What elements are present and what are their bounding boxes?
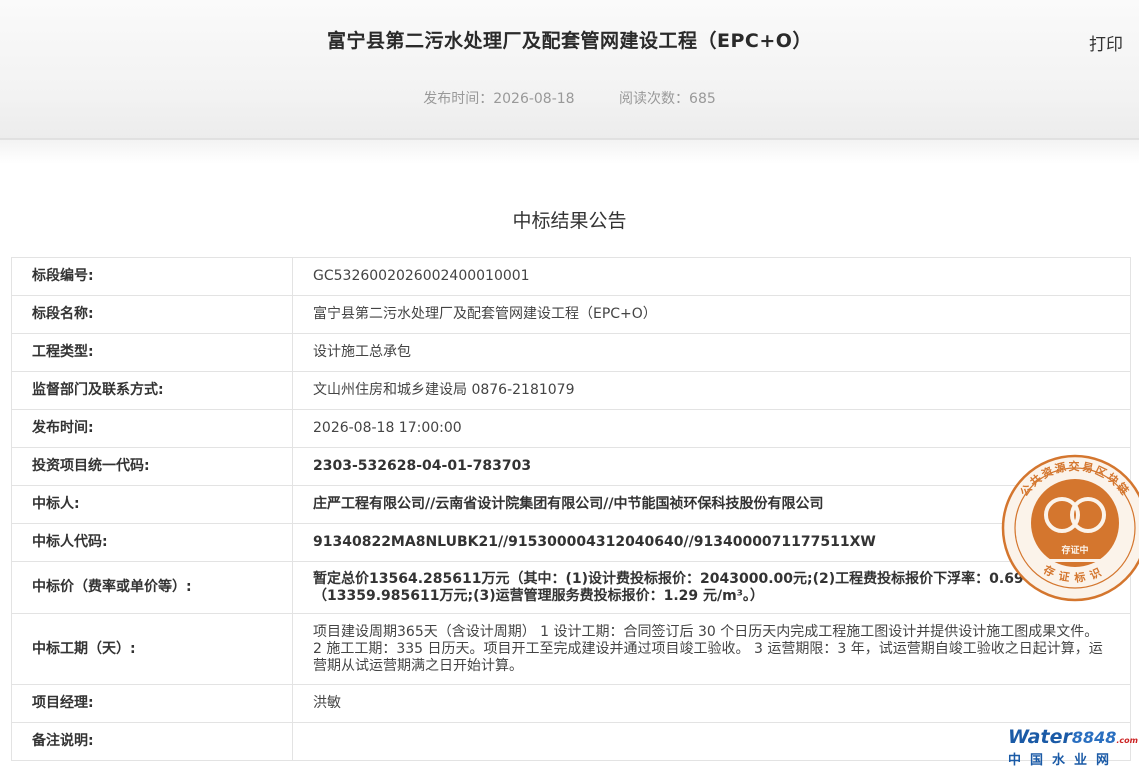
row-label: 备注说明: (11, 722, 293, 761)
row-value: 文山州住房和城乡建设局 0876-2181079 (292, 371, 1131, 410)
row-label: 工程类型: (11, 333, 293, 372)
row-value: 项目建设周期365天（含设计周期） 1 设计工期：合同签订后 30 个日历天内完… (292, 613, 1131, 685)
row-value (292, 722, 1131, 761)
blockchain-seal: 公共资源交易区块链 存证中 存证标识 (1000, 453, 1139, 603)
watermark-word: Water (1008, 726, 1072, 748)
table-row: 中标价（费率或单价等）: 暂定总价13564.285611万元（其中：(1)设计… (11, 561, 1131, 614)
article-meta: 发布时间：2026-08-18 阅读次数：685 (0, 88, 1139, 108)
table-row: 中标人代码: 91340822MA8NLUBK21//9153000043120… (11, 523, 1131, 562)
site-watermark: Water8848.com 中国水业网 (1008, 726, 1138, 770)
table-row: 项目经理: 洪敏 (11, 684, 1131, 723)
table-row: 中标人: 庄严工程有限公司//云南省设计院集团有限公司//中节能国祯环保科技股份… (11, 485, 1131, 524)
row-label: 监督部门及联系方式: (11, 371, 293, 410)
view-count: 阅读次数：685 (619, 91, 716, 107)
header-shadow (0, 138, 1139, 164)
table-row: 标段编号: GC5326002026002400010001 (11, 257, 1131, 296)
table-row: 工程类型: 设计施工总承包 (11, 333, 1131, 372)
table-row: 标段名称: 富宁县第二污水处理厂及配套管网建设工程（EPC+O） (11, 295, 1131, 334)
watermark-tld: .com (1116, 736, 1138, 745)
table-row: 发布时间: 2026-08-18 17:00:00 (11, 409, 1131, 448)
row-label: 中标价（费率或单价等）: (11, 561, 293, 614)
page-header (0, 0, 1139, 140)
table-row: 监督部门及联系方式: 文山州住房和城乡建设局 0876-2181079 (11, 371, 1131, 410)
publish-time: 发布时间：2026-08-18 (423, 91, 575, 107)
print-button[interactable]: 打印 (1089, 30, 1123, 55)
seal-icon: 公共资源交易区块链 存证中 存证标识 (1001, 454, 1139, 602)
row-label: 投资项目统一代码: (11, 447, 293, 486)
row-value: 富宁县第二污水处理厂及配套管网建设工程（EPC+O） (292, 295, 1131, 334)
page-title: 富宁县第二污水处理厂及配套管网建设工程（EPC+O） (327, 30, 812, 52)
row-value: GC5326002026002400010001 (292, 257, 1131, 296)
row-value: 洪敏 (292, 684, 1131, 723)
table-row: 中标工期（天）: 项目建设周期365天（含设计周期） 1 设计工期：合同签订后 … (11, 613, 1131, 685)
watermark-brand: Water8848.com (1008, 726, 1138, 748)
row-label: 发布时间: (11, 409, 293, 448)
row-label: 标段名称: (11, 295, 293, 334)
row-label: 中标人代码: (11, 523, 293, 562)
row-value: 设计施工总承包 (292, 333, 1131, 372)
row-label: 中标人: (11, 485, 293, 524)
row-label: 中标工期（天）: (11, 613, 293, 685)
watermark-cn: 中国水业网 (1008, 753, 1119, 768)
row-label: 标段编号: (11, 257, 293, 296)
seal-inner-text: 存证中 (1061, 544, 1088, 556)
table-row: 投资项目统一代码: 2303-532628-04-01-783703 (11, 447, 1131, 486)
row-value: 2026-08-18 17:00:00 (292, 409, 1131, 448)
row-label: 项目经理: (11, 684, 293, 723)
watermark-number: 8848 (1071, 728, 1117, 747)
result-table: 标段编号: GC5326002026002400010001 标段名称: 富宁县… (11, 257, 1131, 761)
section-title: 中标结果公告 (512, 210, 627, 232)
table-row: 备注说明: (11, 722, 1131, 761)
